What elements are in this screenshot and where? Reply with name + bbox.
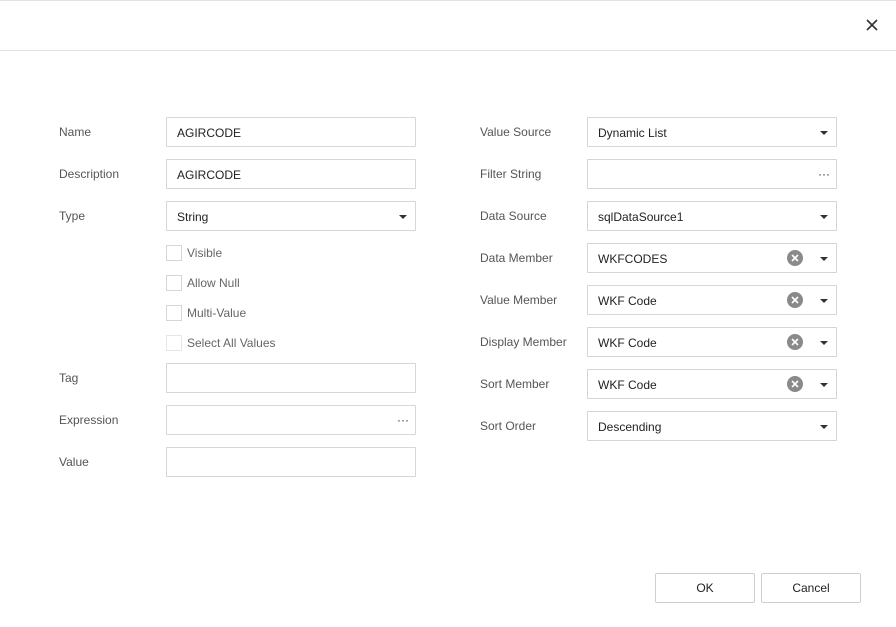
data-member-value: WKFCODES xyxy=(598,252,668,266)
value-source-value: Dynamic List xyxy=(598,126,667,140)
visible-checkbox[interactable] xyxy=(166,245,182,261)
value-input[interactable] xyxy=(166,447,416,477)
value-label: Value xyxy=(59,455,89,469)
select-all-values-checkbox-label: Select All Values xyxy=(187,336,276,350)
value-source-label: Value Source xyxy=(480,125,552,139)
type-value: String xyxy=(177,210,209,224)
data-source-value: sqlDataSource1 xyxy=(598,210,684,224)
clear-icon[interactable] xyxy=(787,376,803,392)
ellipsis-icon[interactable]: ··· xyxy=(818,166,830,182)
type-label: Type xyxy=(59,209,86,223)
chevron-down-icon xyxy=(399,215,407,219)
data-source-label: Data Source xyxy=(480,209,547,223)
sort-member-label: Sort Member xyxy=(480,377,550,391)
allow-null-checkbox[interactable] xyxy=(166,275,182,291)
sort-member-select[interactable]: WKF Code xyxy=(587,369,837,399)
ok-button[interactable]: OK xyxy=(655,573,755,603)
data-member-select[interactable]: WKFCODES xyxy=(587,243,837,273)
chevron-down-icon xyxy=(820,215,828,219)
select-all-values-checkbox[interactable] xyxy=(166,335,182,351)
type-select[interactable]: String xyxy=(166,201,416,231)
sort-order-value: Descending xyxy=(598,420,662,434)
description-value: AGIRCODE xyxy=(177,168,242,182)
chevron-down-icon xyxy=(820,341,828,345)
multi-value-checkbox[interactable] xyxy=(166,305,182,321)
name-input[interactable]: AGIRCODE xyxy=(166,117,416,147)
description-input[interactable]: AGIRCODE xyxy=(166,159,416,189)
chevron-down-icon xyxy=(820,383,828,387)
chevron-down-icon xyxy=(820,131,828,135)
clear-icon[interactable] xyxy=(787,250,803,266)
chevron-down-icon xyxy=(820,257,828,261)
value-member-select[interactable]: WKF Code xyxy=(587,285,837,315)
visible-checkbox-label: Visible xyxy=(187,246,223,260)
value-source-select[interactable]: Dynamic List xyxy=(587,117,837,147)
name-value: AGIRCODE xyxy=(177,126,242,140)
display-member-select[interactable]: WKF Code xyxy=(587,327,837,357)
filter-string-input[interactable]: ··· xyxy=(587,159,837,189)
filter-string-label: Filter String xyxy=(480,167,542,181)
clear-icon[interactable] xyxy=(787,292,803,308)
tag-input[interactable] xyxy=(166,363,416,393)
display-member-value: WKF Code xyxy=(598,336,657,350)
ellipsis-icon[interactable]: ··· xyxy=(397,412,409,428)
cancel-button[interactable]: Cancel xyxy=(761,573,861,603)
description-label: Description xyxy=(59,167,120,181)
tag-label: Tag xyxy=(59,371,79,385)
sort-order-select[interactable]: Descending xyxy=(587,411,837,441)
clear-icon[interactable] xyxy=(787,334,803,350)
data-source-select[interactable]: sqlDataSource1 xyxy=(587,201,837,231)
name-label: Name xyxy=(59,125,92,139)
sort-member-value: WKF Code xyxy=(598,378,657,392)
close-icon[interactable] xyxy=(864,17,880,33)
sort-order-label: Sort Order xyxy=(480,419,537,433)
multi-value-checkbox-label: Multi-Value xyxy=(187,306,247,320)
data-member-label: Data Member xyxy=(480,251,553,265)
chevron-down-icon xyxy=(820,299,828,303)
display-member-label: Display Member xyxy=(480,335,567,349)
value-member-label: Value Member xyxy=(480,293,558,307)
allow-null-checkbox-label: Allow Null xyxy=(187,276,240,290)
expression-label: Expression xyxy=(59,413,119,427)
expression-input[interactable]: ··· xyxy=(166,405,416,435)
value-member-value: WKF Code xyxy=(598,294,657,308)
dialog-header xyxy=(0,0,896,51)
chevron-down-icon xyxy=(820,425,828,429)
